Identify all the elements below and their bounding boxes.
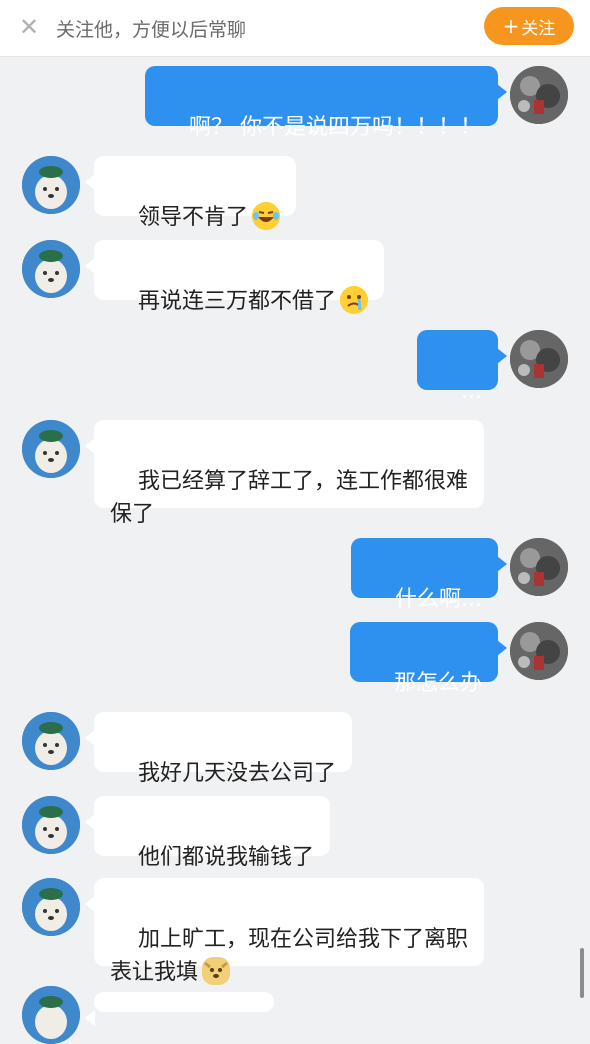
message-text: 他们都说我输钱了 xyxy=(137,845,314,870)
message-text: 加上旷工，现在公司给我下了离职 表让我填 xyxy=(110,927,468,985)
follow-button-label: 关注 xyxy=(521,18,556,39)
self-avatar[interactable] xyxy=(510,330,568,388)
message-bubble-self: 什么啊... xyxy=(351,538,507,612)
message-bubble-self: ... xyxy=(417,330,507,404)
message-bubble-other: 领导不肯了 xyxy=(85,156,296,230)
message-text: 那怎么办 xyxy=(393,671,482,696)
message-text: 我已经算了辞工了，连工作都很难 保了 xyxy=(110,469,468,527)
follow-button[interactable]: + 关注 xyxy=(484,7,574,45)
contact-avatar[interactable] xyxy=(22,712,80,770)
top-bar: ✕ 关注他，方便以后常聊 + 关注 xyxy=(0,0,590,57)
contact-avatar[interactable] xyxy=(22,240,80,298)
contact-avatar[interactable] xyxy=(22,156,80,214)
message-bubble-other: 他们都说我输钱了 xyxy=(85,796,330,870)
follow-hint: 关注他，方便以后常聊 xyxy=(56,19,247,41)
message-bubble-other: 再说连三万都不借了 xyxy=(85,240,384,314)
chat-area: 啊？ 你不是说四万吗！！！！ 领导不肯了 再说连三万都不借了 ... 我已经算了… xyxy=(0,56,590,1044)
crying-emoji xyxy=(340,286,368,314)
message-text: ... xyxy=(461,379,482,404)
message-bubble-other: 我已经算了辞工了，连工作都很难 保了 xyxy=(85,420,484,527)
message-text: 领导不肯了 xyxy=(137,205,248,230)
self-avatar[interactable] xyxy=(510,622,568,680)
message-bubble-other: 我好几天没去公司了 xyxy=(85,712,352,786)
dog-emoji xyxy=(202,957,231,985)
self-avatar[interactable] xyxy=(510,66,568,124)
contact-avatar[interactable] xyxy=(22,796,80,854)
plus-icon: + xyxy=(502,14,520,38)
message-text: 再说连三万都不借了 xyxy=(137,289,336,314)
message-bubble-self: 那怎么办 xyxy=(350,622,507,696)
scrollbar-thumb[interactable] xyxy=(580,948,584,998)
message-bubble-self: 啊？ 你不是说四万吗！！！！ xyxy=(145,66,507,140)
contact-avatar[interactable] xyxy=(22,878,80,936)
message-bubble-partial xyxy=(85,992,274,1026)
self-avatar[interactable] xyxy=(510,538,568,596)
message-text: 我好几天没去公司了 xyxy=(137,761,336,786)
message-text: 啊？ 你不是说四万吗！！！！ xyxy=(189,115,482,140)
laugh-cry-emoji xyxy=(252,202,280,230)
close-icon[interactable]: ✕ xyxy=(16,14,42,40)
message-text: 什么啊... xyxy=(395,587,482,612)
contact-avatar[interactable] xyxy=(22,986,80,1044)
message-bubble-other: 加上旷工，现在公司给我下了离职 表让我填 xyxy=(85,878,484,985)
contact-avatar[interactable] xyxy=(22,420,80,478)
